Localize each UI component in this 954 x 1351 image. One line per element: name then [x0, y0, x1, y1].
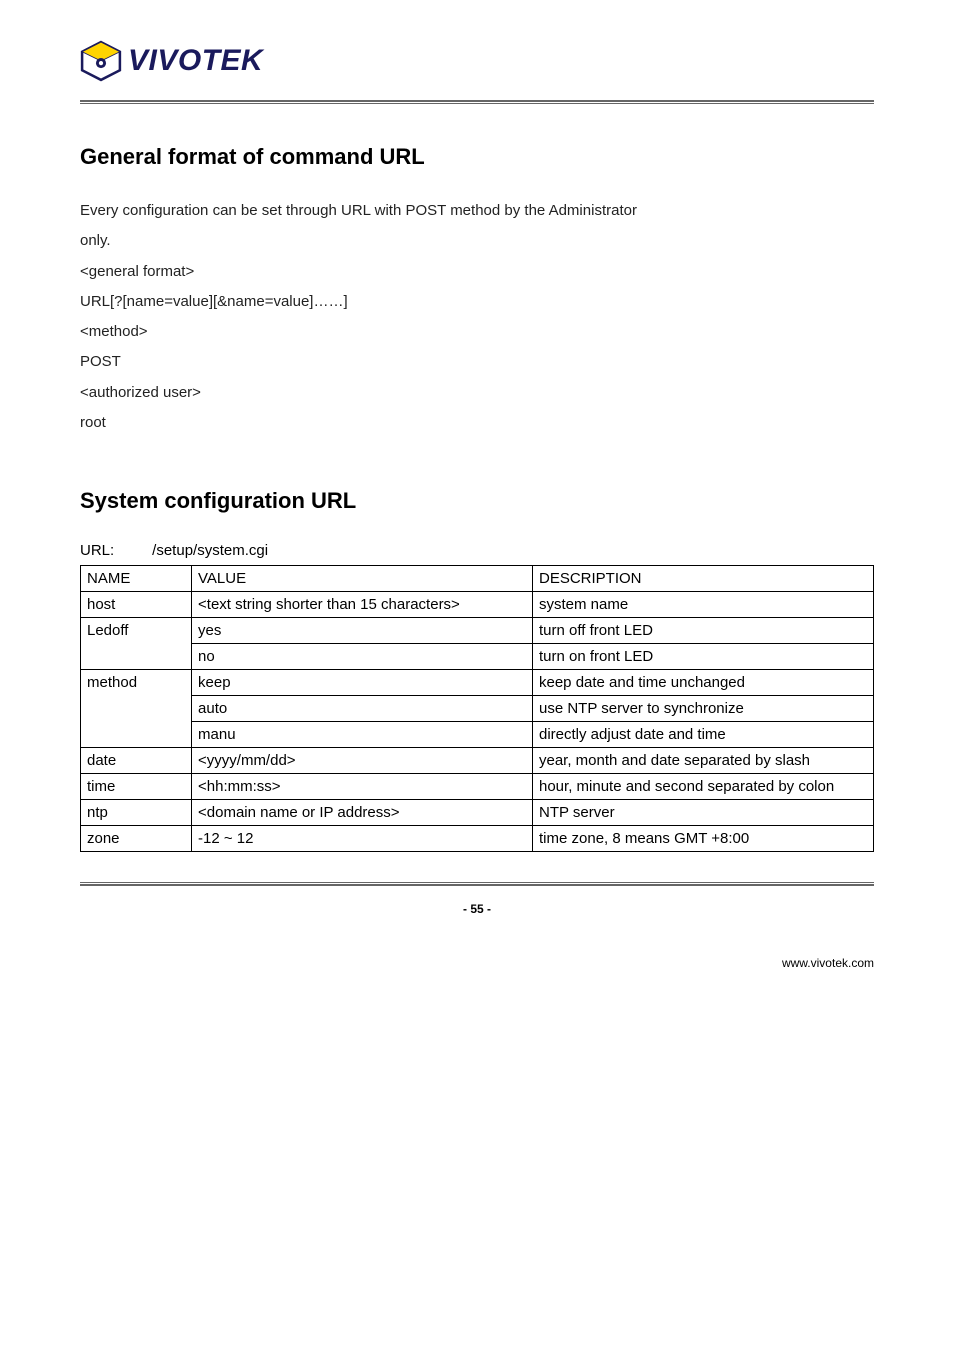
cell-value: no [192, 644, 533, 670]
general-line-3: POST [80, 349, 874, 375]
cell-desc: system name [533, 592, 874, 618]
table-row: manu directly adjust date and time [81, 722, 874, 748]
col-name: NAME [81, 566, 192, 592]
system-heading: System configuration URL [80, 488, 874, 514]
logo-mark-icon [80, 40, 122, 82]
cell-value: auto [192, 696, 533, 722]
general-heading: General format of command URL [80, 144, 874, 170]
cell-value: yes [192, 618, 533, 644]
cell-desc: NTP server [533, 800, 874, 826]
cell-name: zone [81, 826, 192, 852]
cell-desc: turn on front LED [533, 644, 874, 670]
url-line: URL: /setup/system.cgi [80, 542, 874, 559]
table-row: Ledoff yes turn off front LED [81, 618, 874, 644]
section-system: System configuration URL URL: /setup/sys… [80, 488, 874, 852]
logo-text: VIVOTEK [128, 44, 263, 78]
cell-desc: turn off front LED [533, 618, 874, 644]
cell-value: manu [192, 722, 533, 748]
url-value: /setup/system.cgi [152, 542, 268, 559]
table-row: no turn on front LED [81, 644, 874, 670]
table-row: method keep keep date and time unchanged [81, 670, 874, 696]
table-row: time <hh:mm:ss> hour, minute and second … [81, 774, 874, 800]
cell-name: date [81, 748, 192, 774]
cell-desc: keep date and time unchanged [533, 670, 874, 696]
cell-value: keep [192, 670, 533, 696]
table-row: date <yyyy/mm/dd> year, month and date s… [81, 748, 874, 774]
cell-name: Ledoff [81, 618, 192, 670]
cell-value: <hh:mm:ss> [192, 774, 533, 800]
cell-value: <yyyy/mm/dd> [192, 748, 533, 774]
cell-desc: year, month and date separated by slash [533, 748, 874, 774]
cell-desc: directly adjust date and time [533, 722, 874, 748]
footer-url: www.vivotek.com [80, 956, 874, 970]
cell-value: <domain name or IP address> [192, 800, 533, 826]
table-row: auto use NTP server to synchronize [81, 696, 874, 722]
cell-desc: use NTP server to synchronize [533, 696, 874, 722]
general-line-2: <method> [80, 319, 874, 345]
cell-name: method [81, 670, 192, 748]
cell-value: <text string shorter than 15 characters> [192, 592, 533, 618]
cell-name: ntp [81, 800, 192, 826]
general-line-4: <authorized user> [80, 380, 874, 406]
footer-divider [80, 882, 874, 886]
header-divider [80, 100, 874, 104]
general-intro-1: Every configuration can be set through U… [80, 198, 874, 224]
general-line-0: <general format> [80, 259, 874, 285]
system-table: NAME VALUE DESCRIPTION host <text string… [80, 565, 874, 852]
table-row: host <text string shorter than 15 charac… [81, 592, 874, 618]
section-general: General format of command URL Every conf… [80, 144, 874, 436]
page-number: - 55 - [80, 902, 874, 916]
general-intro-2: only. [80, 228, 874, 254]
logo: VIVOTEK [80, 40, 874, 82]
table-row: ntp <domain name or IP address> NTP serv… [81, 800, 874, 826]
col-value: VALUE [192, 566, 533, 592]
url-label: URL: [80, 542, 148, 559]
general-line-1: URL[?[name=value][&name=value]……] [80, 289, 874, 315]
cell-desc: time zone, 8 means GMT +8:00 [533, 826, 874, 852]
cell-name: host [81, 592, 192, 618]
cell-desc: hour, minute and second separated by col… [533, 774, 874, 800]
table-header-row: NAME VALUE DESCRIPTION [81, 566, 874, 592]
col-desc: DESCRIPTION [533, 566, 874, 592]
cell-name: time [81, 774, 192, 800]
table-row: zone -12 ~ 12 time zone, 8 means GMT +8:… [81, 826, 874, 852]
cell-value: -12 ~ 12 [192, 826, 533, 852]
general-line-5: root [80, 410, 874, 436]
